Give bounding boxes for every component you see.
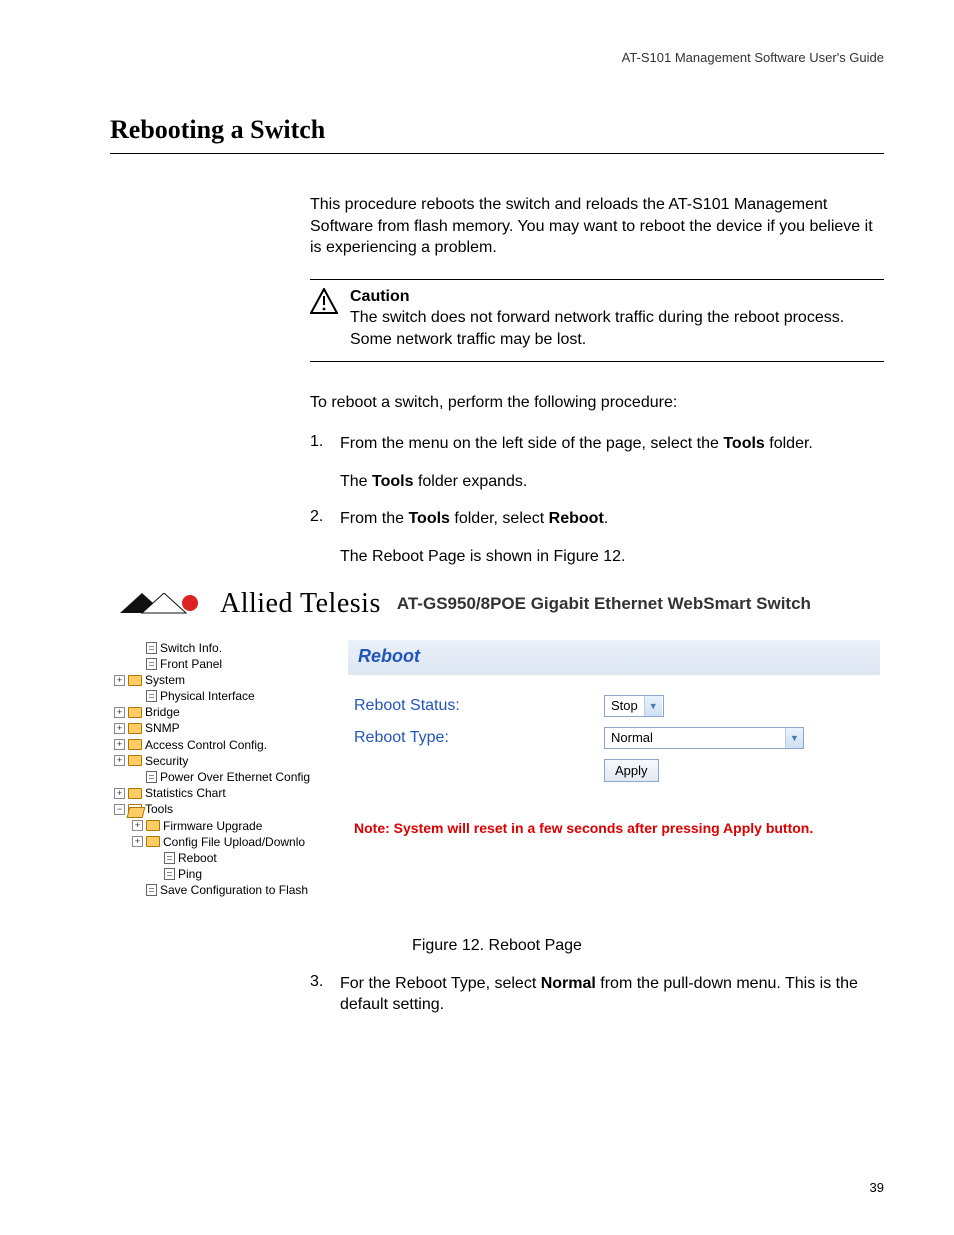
page-title: Rebooting a Switch — [110, 115, 884, 145]
title-rule — [110, 153, 884, 154]
expand-icon[interactable]: + — [114, 675, 125, 686]
product-name: AT-GS950/8POE Gigabit Ethernet WebSmart … — [397, 594, 811, 614]
expand-icon[interactable]: + — [114, 739, 125, 750]
allied-telesis-logo-icon — [120, 593, 210, 615]
brand-name: Allied Telesis — [220, 588, 381, 620]
expand-icon[interactable]: + — [132, 820, 143, 831]
step-1: 1. From the menu on the left side of the… — [310, 433, 884, 492]
tree-stats[interactable]: +Statistics Chart — [114, 785, 330, 801]
caution-heading: Caution — [350, 288, 410, 305]
reset-note: Note: System will reset in a few seconds… — [354, 820, 874, 836]
expand-icon[interactable]: + — [114, 723, 125, 734]
reboot-status-label: Reboot Status: — [354, 697, 604, 715]
figure-screenshot: Allied Telesis AT-GS950/8POE Gigabit Eth… — [110, 588, 880, 899]
tree-front-panel[interactable]: Front Panel — [114, 656, 330, 672]
tree-acl[interactable]: +Access Control Config. — [114, 737, 330, 753]
apply-button[interactable]: Apply — [604, 759, 659, 782]
tree-ping[interactable]: Ping — [114, 866, 330, 882]
expand-icon[interactable]: + — [132, 836, 143, 847]
page-number: 39 — [870, 1180, 884, 1195]
chevron-down-icon: ▼ — [644, 696, 662, 716]
reboot-type-select[interactable]: Normal ▼ — [604, 727, 804, 749]
procedure-leadin: To reboot a switch, perform the followin… — [310, 392, 884, 414]
tree-bridge[interactable]: +Bridge — [114, 704, 330, 720]
figure-caption: Figure 12. Reboot Page — [110, 937, 884, 955]
step-2: 2. From the Tools folder, select Reboot.… — [310, 508, 884, 567]
reboot-type-label: Reboot Type: — [354, 729, 604, 747]
reboot-status-select[interactable]: Stop ▼ — [604, 695, 664, 717]
step-3: 3. For the Reboot Type, select Normal fr… — [310, 973, 884, 1016]
expand-icon[interactable]: + — [114, 755, 125, 766]
tree-firmware[interactable]: +Firmware Upgrade — [114, 818, 330, 834]
tree-security[interactable]: +Security — [114, 753, 330, 769]
intro-paragraph: This procedure reboots the switch and re… — [310, 194, 884, 259]
tree-config-file[interactable]: +Config File Upload/Downlo — [114, 834, 330, 850]
expand-icon[interactable]: + — [114, 707, 125, 718]
warning-icon — [310, 288, 338, 351]
doc-header: AT-S101 Management Software User's Guide — [110, 50, 884, 65]
chevron-down-icon: ▼ — [785, 728, 803, 748]
expand-icon[interactable]: + — [114, 788, 125, 799]
tree-switch-info[interactable]: Switch Info. — [114, 640, 330, 656]
tree-reboot[interactable]: Reboot — [114, 850, 330, 866]
tree-physical-interface[interactable]: Physical Interface — [114, 688, 330, 704]
tree-save-flash[interactable]: Save Configuration to Flash — [114, 882, 330, 898]
tree-snmp[interactable]: +SNMP — [114, 720, 330, 736]
panel-title: Reboot — [358, 646, 420, 666]
tree-system[interactable]: +System — [114, 672, 330, 688]
tree-tools[interactable]: −Tools — [114, 801, 330, 817]
caution-block: Caution The switch does not forward netw… — [310, 279, 884, 362]
nav-tree: Switch Info. Front Panel +System Physica… — [110, 640, 330, 899]
caution-text: The switch does not forward network traf… — [350, 309, 844, 348]
tree-poe[interactable]: Power Over Ethernet Config — [114, 769, 330, 785]
collapse-icon[interactable]: − — [114, 804, 125, 815]
